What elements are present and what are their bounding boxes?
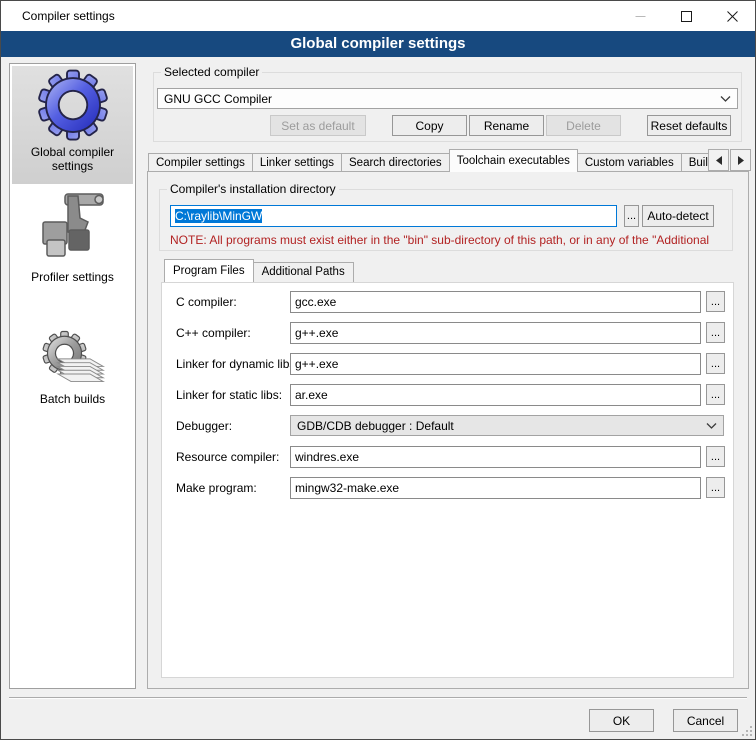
- delete-button[interactable]: Delete: [546, 115, 621, 136]
- linker-dynamic-input[interactable]: [290, 353, 701, 375]
- sidebar-item-label: Profiler settings: [12, 270, 133, 284]
- subtab-program-files[interactable]: Program Files: [164, 259, 254, 282]
- make-program-label: Make program:: [176, 481, 257, 495]
- tab-linker-settings[interactable]: Linker settings: [252, 153, 342, 172]
- c-compiler-browse-button[interactable]: ...: [706, 291, 725, 312]
- compiler-settings-window: Compiler settings Global compiler settin…: [0, 0, 756, 740]
- selected-compiler-group: Selected compiler GNU GCC Compiler Set a…: [153, 72, 742, 142]
- batch-builds-icon: [39, 326, 107, 388]
- minimize-button[interactable]: [617, 1, 663, 31]
- sidebar-item-label: Batch builds: [12, 392, 133, 406]
- reset-defaults-button[interactable]: Reset defaults: [647, 115, 731, 136]
- left-arrow-icon: [716, 156, 722, 165]
- blue-gear-icon: [37, 69, 109, 141]
- set-as-default-button[interactable]: Set as default: [270, 115, 366, 136]
- compiler-combobox[interactable]: GNU GCC Compiler: [157, 88, 738, 109]
- dialog-header-title: Global compiler settings: [1, 31, 755, 57]
- tab-compiler-settings[interactable]: Compiler settings: [148, 153, 253, 172]
- tab-scroll-right-button[interactable]: [730, 149, 751, 171]
- cpp-compiler-browse-button[interactable]: ...: [706, 322, 725, 343]
- c-compiler-input[interactable]: [290, 291, 701, 313]
- resource-compiler-label: Resource compiler:: [176, 450, 279, 464]
- make-program-input[interactable]: [290, 477, 701, 499]
- profiler-icon: [35, 190, 111, 266]
- close-button[interactable]: [709, 1, 755, 31]
- copy-button[interactable]: Copy: [392, 115, 467, 136]
- compiler-buttons-row: Set as default Copy Rename Delete Reset …: [270, 115, 731, 136]
- linker-static-browse-button[interactable]: ...: [706, 384, 725, 405]
- selected-text: C:\raylib\MinGW: [175, 209, 262, 223]
- window-title: Compiler settings: [22, 1, 115, 31]
- resource-compiler-input[interactable]: [290, 446, 701, 468]
- compiler-combobox-value: GNU GCC Compiler: [164, 92, 720, 106]
- chevron-down-icon: [706, 423, 717, 429]
- tab-search-directories[interactable]: Search directories: [341, 153, 450, 172]
- cpp-compiler-input[interactable]: [290, 322, 701, 344]
- tabstrip: Compiler settings Linker settings Search…: [148, 149, 747, 172]
- debugger-label: Debugger:: [176, 419, 232, 433]
- debugger-select[interactable]: GDB/CDB debugger : Default: [290, 415, 724, 436]
- resource-compiler-browse-button[interactable]: ...: [706, 446, 725, 467]
- group-label: Selected compiler: [161, 65, 262, 79]
- sidebar-item-profiler-settings[interactable]: Profiler settings: [12, 190, 133, 290]
- tab-toolchain-executables[interactable]: Toolchain executables: [449, 149, 578, 172]
- program-files-panel: C compiler: ... C++ compiler: ... Linker…: [161, 282, 734, 678]
- footer-separator-highlight: [9, 698, 747, 699]
- subtab-additional-paths[interactable]: Additional Paths: [253, 262, 354, 282]
- debugger-select-value: GDB/CDB debugger : Default: [297, 419, 706, 433]
- linker-static-input[interactable]: [290, 384, 701, 406]
- linker-dynamic-browse-button[interactable]: ...: [706, 353, 725, 374]
- close-icon: [727, 11, 738, 22]
- rename-button[interactable]: Rename: [469, 115, 544, 136]
- auto-detect-button[interactable]: Auto-detect: [642, 205, 714, 227]
- tab-custom-variables[interactable]: Custom variables: [577, 153, 682, 172]
- chevron-down-icon: [720, 96, 731, 102]
- tab-scroll-left-button[interactable]: [708, 149, 729, 171]
- install-dir-input[interactable]: C:\raylib\MinGW: [170, 205, 617, 227]
- install-dir-browse-button[interactable]: ...: [624, 205, 639, 227]
- install-dir-group: Compiler's installation directory C:\ray…: [159, 189, 733, 251]
- make-program-browse-button[interactable]: ...: [706, 477, 725, 498]
- maximize-icon: [681, 11, 692, 22]
- right-arrow-icon: [738, 156, 744, 165]
- linker-dynamic-label: Linker for dynamic libs:: [176, 357, 299, 371]
- c-compiler-label: C compiler:: [176, 295, 237, 309]
- tab-scroll-arrows: [707, 149, 751, 171]
- sidebar-item-batch-builds[interactable]: Batch builds: [12, 324, 133, 416]
- sidebar-item-label: Global compiler settings: [12, 145, 133, 173]
- sidebar-item-global-compiler-settings[interactable]: Global compiler settings: [12, 66, 133, 184]
- note-text: NOTE: All programs must exist either in …: [170, 233, 729, 247]
- ok-button[interactable]: OK: [589, 709, 654, 732]
- caption-buttons: [617, 1, 755, 31]
- cancel-button[interactable]: Cancel: [673, 709, 738, 732]
- maximize-button[interactable]: [663, 1, 709, 31]
- sidebar: Global compiler settings Profiler settin…: [9, 63, 136, 689]
- cpp-compiler-label: C++ compiler:: [176, 326, 251, 340]
- tabpage-toolchain-executables: Compiler's installation directory C:\ray…: [147, 171, 749, 689]
- group-label: Compiler's installation directory: [167, 182, 339, 196]
- resize-grip[interactable]: [742, 726, 752, 736]
- titlebar: Compiler settings: [1, 1, 755, 31]
- subtabs: Program Files Additional Paths: [164, 259, 353, 282]
- linker-static-label: Linker for static libs:: [176, 388, 282, 402]
- minimize-icon: [635, 11, 646, 22]
